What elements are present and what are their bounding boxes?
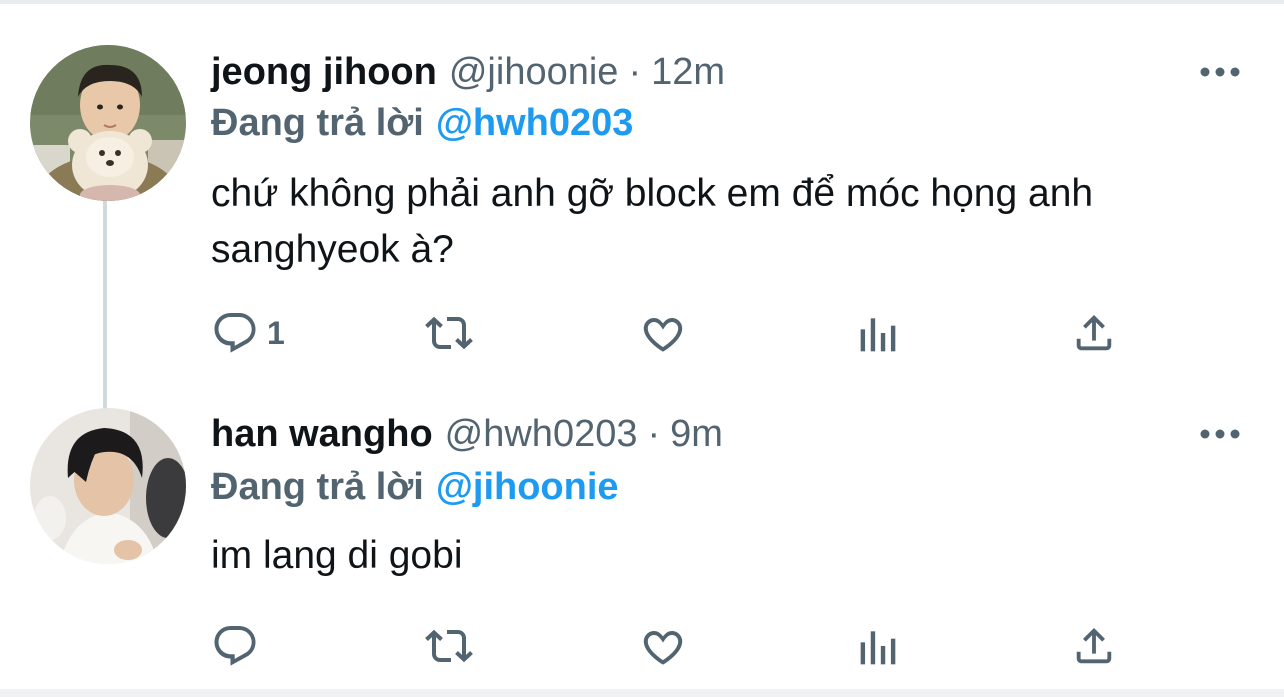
avatar-person-portrait-icon — [30, 408, 186, 564]
analytics-icon — [860, 318, 896, 352]
replying-to: Đang trả lời @jihoonie — [211, 462, 619, 512]
share-button[interactable] — [1071, 616, 1117, 676]
tweet-text: chứ không phải anh gỡ block em để móc họ… — [211, 172, 1094, 271]
like-button[interactable] — [639, 303, 687, 363]
reply-prefix: Đang trả lời — [211, 101, 424, 144]
tweet-header: jeong jihoon @jihoonie · 12m — [211, 44, 725, 100]
tweet[interactable]: jeong jihoon @jihoonie · 12m Đang trả lờ… — [0, 0, 1284, 390]
reply-prefix: Đang trả lời — [211, 465, 424, 508]
tweet-actions: 1 — [211, 303, 1171, 363]
more-horizontal-icon — [1200, 67, 1240, 77]
retweet-icon — [425, 629, 473, 663]
share-icon — [1076, 627, 1112, 664]
bottom-divider — [0, 689, 1284, 697]
avatar[interactable] — [30, 45, 186, 201]
reply-mention-link[interactable]: @jihoonie — [436, 466, 619, 509]
replying-to: Đang trả lời @hwh0203 — [211, 98, 633, 148]
separator-dot: · — [628, 50, 642, 93]
heart-icon — [643, 630, 683, 665]
reply-button[interactable] — [211, 616, 267, 676]
more-button[interactable] — [1196, 410, 1244, 458]
analytics-icon — [860, 631, 896, 665]
tweet-text: im lang di gobi — [211, 534, 463, 577]
retweet-button[interactable] — [423, 303, 475, 363]
more-horizontal-icon — [1200, 429, 1240, 439]
user-handle[interactable]: @jihoonie — [449, 51, 619, 94]
tweet-actions — [211, 616, 1171, 676]
user-handle[interactable]: @hwh0203 — [445, 413, 638, 456]
avatar-child-with-teddy-bear-icon — [30, 45, 186, 201]
analytics-button[interactable] — [857, 303, 901, 363]
more-button[interactable] — [1196, 48, 1244, 96]
share-button[interactable] — [1071, 303, 1117, 363]
share-icon — [1076, 314, 1112, 351]
display-name[interactable]: jeong jihoon — [211, 51, 437, 94]
reply-button[interactable]: 1 — [211, 303, 285, 363]
timestamp[interactable]: 12m — [651, 51, 725, 94]
display-name[interactable]: han wangho — [211, 413, 433, 456]
heart-icon — [643, 317, 683, 352]
separator-dot: · — [647, 412, 661, 455]
retweet-button[interactable] — [423, 616, 475, 676]
retweet-icon — [425, 316, 473, 350]
analytics-button[interactable] — [857, 616, 901, 676]
tweet-header: han wangho @hwh0203 · 9m — [211, 406, 723, 462]
tweet-thread: jeong jihoon @jihoonie · 12m Đang trả lờ… — [0, 0, 1284, 697]
comment-icon — [214, 626, 256, 666]
avatar[interactable] — [30, 408, 186, 564]
comment-icon — [214, 313, 256, 353]
reply-mention-link[interactable]: @hwh0203 — [436, 102, 634, 145]
reply-count: 1 — [267, 314, 285, 351]
tweet[interactable]: han wangho @hwh0203 · 9m Đang trả lời @j… — [0, 390, 1284, 689]
timestamp[interactable]: 9m — [670, 413, 723, 456]
like-button[interactable] — [639, 616, 687, 676]
